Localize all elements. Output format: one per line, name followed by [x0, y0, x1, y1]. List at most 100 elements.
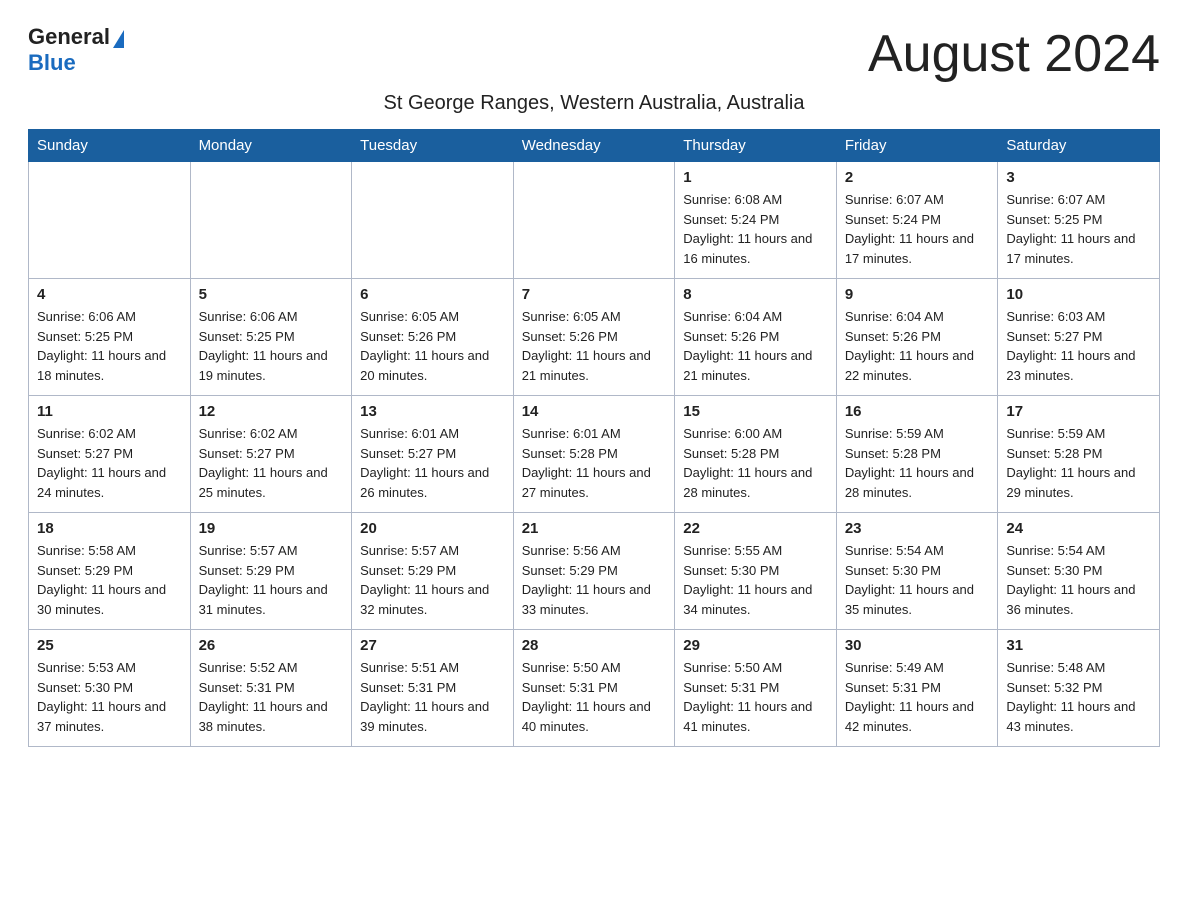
day-number: 26	[199, 637, 344, 654]
day-number: 28	[522, 637, 667, 654]
calendar-cell: 8 Sunrise: 6:04 AMSunset: 5:26 PMDaylight…	[675, 279, 837, 396]
calendar-cell: 17 Sunrise: 5:59 AMSunset: 5:28 PMDayligh…	[998, 396, 1160, 513]
day-number: 23	[845, 520, 990, 537]
day-number: 15	[683, 403, 828, 420]
calendar-cell	[190, 162, 352, 279]
calendar-cell	[513, 162, 675, 279]
day-number: 3	[1006, 169, 1151, 186]
day-number: 8	[683, 286, 828, 303]
calendar-cell: 29Sunrise: 5:50 AMSunset: 5:31 PMDayligh…	[675, 630, 837, 747]
calendar-cell: 19 Sunrise: 5:57 AMSunset: 5:29 PMDayligh…	[190, 513, 352, 630]
day-number: 12	[199, 403, 344, 420]
day-number: 4	[37, 286, 182, 303]
day-info: Sunrise: 6:01 AMSunset: 5:28 PMDaylight:…	[522, 424, 667, 502]
day-of-week-header: Friday	[836, 130, 998, 162]
day-of-week-header: Thursday	[675, 130, 837, 162]
calendar-cell: 11 Sunrise: 6:02 AMSunset: 5:27 PMDayligh…	[29, 396, 191, 513]
calendar-cell: 6 Sunrise: 6:05 AMSunset: 5:26 PMDaylight…	[352, 279, 514, 396]
day-number: 21	[522, 520, 667, 537]
day-number: 14	[522, 403, 667, 420]
calendar-cell: 15 Sunrise: 6:00 AMSunset: 5:28 PMDayligh…	[675, 396, 837, 513]
calendar-cell: 22Sunrise: 5:55 AMSunset: 5:30 PMDayligh…	[675, 513, 837, 630]
day-info: Sunrise: 5:58 AMSunset: 5:29 PMDaylight:…	[37, 541, 182, 619]
day-number: 17	[1006, 403, 1151, 420]
logo-general: General	[28, 24, 110, 50]
day-info: Sunrise: 6:07 AMSunset: 5:24 PMDaylight:…	[845, 190, 990, 268]
calendar-cell: 5Sunrise: 6:06 AMSunset: 5:25 PMDaylight…	[190, 279, 352, 396]
day-number: 6	[360, 286, 505, 303]
day-number: 20	[360, 520, 505, 537]
calendar-cell: 21 Sunrise: 5:56 AMSunset: 5:29 PMDayligh…	[513, 513, 675, 630]
day-info: Sunrise: 6:02 AMSunset: 5:27 PMDaylight:…	[37, 424, 182, 502]
day-number: 22	[683, 520, 828, 537]
day-info: Sunrise: 5:54 AMSunset: 5:30 PMDaylight:…	[845, 541, 990, 619]
day-number: 18	[37, 520, 182, 537]
day-number: 9	[845, 286, 990, 303]
day-info: Sunrise: 6:07 AMSunset: 5:25 PMDaylight:…	[1006, 190, 1151, 268]
logo: General Blue	[28, 24, 124, 76]
day-info: Sunrise: 5:56 AMSunset: 5:29 PMDaylight:…	[522, 541, 667, 619]
day-info: Sunrise: 5:57 AMSunset: 5:29 PMDaylight:…	[199, 541, 344, 619]
day-info: Sunrise: 6:01 AMSunset: 5:27 PMDaylight:…	[360, 424, 505, 502]
day-number: 31	[1006, 637, 1151, 654]
location-subtitle: St George Ranges, Western Australia, Aus…	[28, 92, 1160, 115]
day-number: 27	[360, 637, 505, 654]
calendar-cell: 27 Sunrise: 5:51 AMSunset: 5:31 PMDayligh…	[352, 630, 514, 747]
calendar-header: SundayMondayTuesdayWednesdayThursdayFrid…	[29, 130, 1160, 162]
calendar-cell: 23 Sunrise: 5:54 AMSunset: 5:30 PMDayligh…	[836, 513, 998, 630]
calendar-cell	[352, 162, 514, 279]
calendar-cell: 7 Sunrise: 6:05 AMSunset: 5:26 PMDaylight…	[513, 279, 675, 396]
week-row: 4 Sunrise: 6:06 AMSunset: 5:25 PMDaylight…	[29, 279, 1160, 396]
day-info: Sunrise: 5:52 AMSunset: 5:31 PMDaylight:…	[199, 658, 344, 736]
day-info: Sunrise: 6:04 AMSunset: 5:26 PMDaylight:…	[683, 307, 828, 385]
calendar-cell: 9 Sunrise: 6:04 AMSunset: 5:26 PMDaylight…	[836, 279, 998, 396]
logo-blue: Blue	[28, 50, 124, 76]
day-info: Sunrise: 6:06 AMSunset: 5:25 PMDaylight:…	[37, 307, 182, 385]
calendar-cell: 3 Sunrise: 6:07 AMSunset: 5:25 PMDaylight…	[998, 162, 1160, 279]
day-number: 24	[1006, 520, 1151, 537]
day-number: 10	[1006, 286, 1151, 303]
day-number: 2	[845, 169, 990, 186]
day-info: Sunrise: 5:57 AMSunset: 5:29 PMDaylight:…	[360, 541, 505, 619]
day-number: 19	[199, 520, 344, 537]
day-info: Sunrise: 5:59 AMSunset: 5:28 PMDaylight:…	[1006, 424, 1151, 502]
day-of-week-header: Wednesday	[513, 130, 675, 162]
day-info: Sunrise: 5:51 AMSunset: 5:31 PMDaylight:…	[360, 658, 505, 736]
day-number: 16	[845, 403, 990, 420]
calendar-cell: 2 Sunrise: 6:07 AMSunset: 5:24 PMDaylight…	[836, 162, 998, 279]
day-info: Sunrise: 6:05 AMSunset: 5:26 PMDaylight:…	[360, 307, 505, 385]
day-of-week-header: Tuesday	[352, 130, 514, 162]
calendar-cell: 24 Sunrise: 5:54 AMSunset: 5:30 PMDayligh…	[998, 513, 1160, 630]
day-number: 30	[845, 637, 990, 654]
day-info: Sunrise: 6:03 AMSunset: 5:27 PMDaylight:…	[1006, 307, 1151, 385]
day-info: Sunrise: 5:49 AMSunset: 5:31 PMDaylight:…	[845, 658, 990, 736]
calendar-cell: 30 Sunrise: 5:49 AMSunset: 5:31 PMDayligh…	[836, 630, 998, 747]
day-info: Sunrise: 5:53 AMSunset: 5:30 PMDaylight:…	[37, 658, 182, 736]
week-row: 25 Sunrise: 5:53 AMSunset: 5:30 PMDayligh…	[29, 630, 1160, 747]
calendar-cell: 20 Sunrise: 5:57 AMSunset: 5:29 PMDayligh…	[352, 513, 514, 630]
day-info: Sunrise: 6:00 AMSunset: 5:28 PMDaylight:…	[683, 424, 828, 502]
calendar-cell: 26 Sunrise: 5:52 AMSunset: 5:31 PMDayligh…	[190, 630, 352, 747]
calendar-cell	[29, 162, 191, 279]
day-of-week-header: Monday	[190, 130, 352, 162]
day-info: Sunrise: 6:04 AMSunset: 5:26 PMDaylight:…	[845, 307, 990, 385]
day-info: Sunrise: 6:02 AMSunset: 5:27 PMDaylight:…	[199, 424, 344, 502]
day-info: Sunrise: 6:08 AMSunset: 5:24 PMDaylight:…	[683, 190, 828, 268]
day-info: Sunrise: 5:50 AMSunset: 5:31 PMDaylight:…	[522, 658, 667, 736]
calendar-cell: 18 Sunrise: 5:58 AMSunset: 5:29 PMDayligh…	[29, 513, 191, 630]
day-number: 11	[37, 403, 182, 420]
day-number: 7	[522, 286, 667, 303]
logo-triangle-icon	[113, 30, 124, 48]
calendar-cell: 25 Sunrise: 5:53 AMSunset: 5:30 PMDayligh…	[29, 630, 191, 747]
day-number: 29	[683, 637, 828, 654]
calendar-cell: 12 Sunrise: 6:02 AMSunset: 5:27 PMDayligh…	[190, 396, 352, 513]
day-info: Sunrise: 5:54 AMSunset: 5:30 PMDaylight:…	[1006, 541, 1151, 619]
day-of-week-header: Saturday	[998, 130, 1160, 162]
day-info: Sunrise: 6:05 AMSunset: 5:26 PMDaylight:…	[522, 307, 667, 385]
days-of-week-row: SundayMondayTuesdayWednesdayThursdayFrid…	[29, 130, 1160, 162]
day-number: 5	[199, 286, 344, 303]
calendar-cell: 13Sunrise: 6:01 AMSunset: 5:27 PMDayligh…	[352, 396, 514, 513]
day-info: Sunrise: 5:59 AMSunset: 5:28 PMDaylight:…	[845, 424, 990, 502]
day-number: 25	[37, 637, 182, 654]
calendar-cell: 31Sunrise: 5:48 AMSunset: 5:32 PMDayligh…	[998, 630, 1160, 747]
